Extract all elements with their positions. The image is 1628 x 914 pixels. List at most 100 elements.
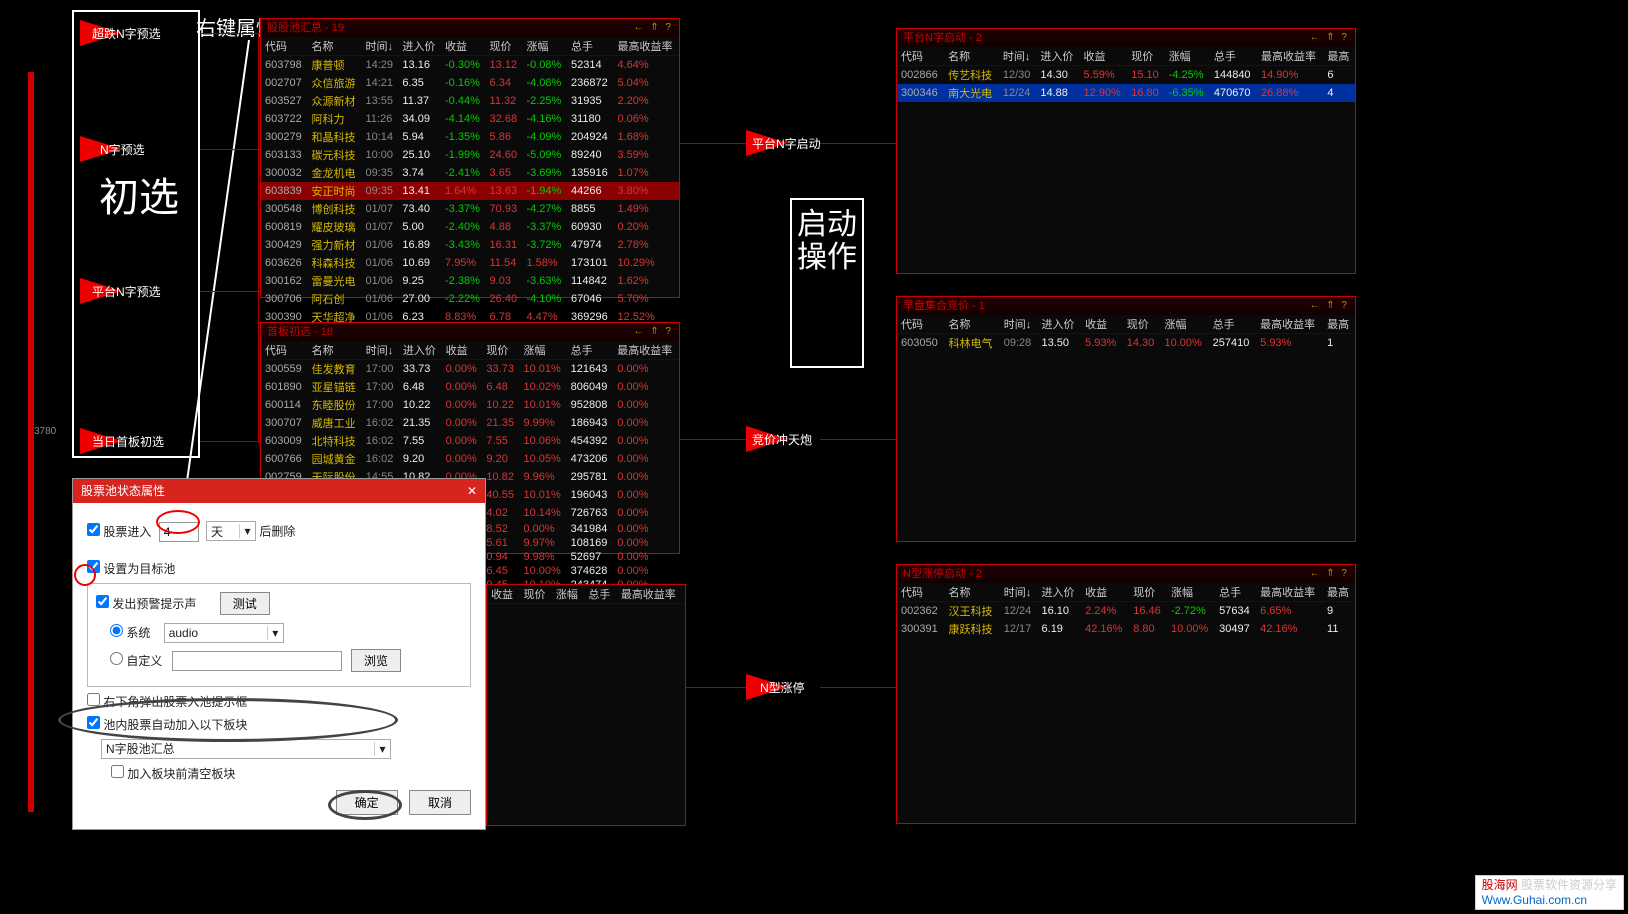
- column-header[interactable]: 进入价: [398, 37, 441, 56]
- column-header[interactable]: 现价: [1123, 315, 1161, 334]
- table-row[interactable]: 600114东睦股份17:0010.220.00%10.2210.01%9528…: [261, 396, 679, 414]
- column-header[interactable]: 进入价: [1036, 47, 1079, 66]
- column-header[interactable]: 名称: [944, 47, 999, 66]
- column-header[interactable]: 代码: [897, 315, 945, 334]
- column-header[interactable]: 收益: [1081, 315, 1123, 334]
- table-row[interactable]: 601890亚星锚链17:006.480.00%6.4810.02%806049…: [261, 378, 679, 396]
- checkbox-clear-before[interactable]: 加入板块前清空板块: [111, 767, 235, 781]
- sector-combo[interactable]: N字股池汇总▾: [101, 739, 391, 759]
- column-header[interactable]: 代码: [897, 47, 944, 66]
- column-header[interactable]: 最高收益率: [613, 37, 679, 56]
- checkbox-alert-sound[interactable]: 发出预警提示声: [96, 597, 196, 611]
- close-icon[interactable]: ✕: [467, 479, 477, 503]
- unit-combo[interactable]: 天▾: [206, 521, 256, 541]
- column-header[interactable]: 时间↓: [1000, 315, 1038, 334]
- column-header[interactable]: 时间↓: [1000, 583, 1038, 602]
- column-header[interactable]: 收益: [1081, 583, 1129, 602]
- column-header[interactable]: 代码: [261, 37, 307, 56]
- table-row[interactable]: 603009北特科技16:027.550.00%7.5510.06%454392…: [261, 432, 679, 450]
- table-row[interactable]: 603722阿科力11:2634.09-4.14%32.68-4.16%3118…: [261, 110, 679, 128]
- column-header[interactable]: 总手: [567, 37, 613, 56]
- column-header[interactable]: 现价: [1129, 583, 1167, 602]
- table-row[interactable]: 600819耀皮玻璃01/075.00-2.40%4.88-3.37%60930…: [261, 218, 679, 236]
- cancel-button[interactable]: 取消: [409, 790, 471, 815]
- column-header[interactable]: 最高收益率: [1256, 583, 1323, 602]
- column-header[interactable]: 进入价: [1038, 315, 1082, 334]
- checkbox-stock-enter[interactable]: 股票进入: [87, 525, 151, 539]
- column-header[interactable]: 最高: [1323, 583, 1355, 602]
- table-row[interactable]: 300559佳发教育17:0033.730.00%33.7310.01%1216…: [261, 360, 679, 379]
- column-header[interactable]: 涨幅: [519, 341, 566, 360]
- table-row[interactable]: 300032金龙机电09:353.74-2.41%3.65-3.69%13591…: [261, 164, 679, 182]
- column-header[interactable]: 涨幅: [1160, 315, 1208, 334]
- column-header[interactable]: 现价: [482, 341, 519, 360]
- checkbox-auto-add[interactable]: 池内股票自动加入以下板块: [87, 718, 247, 732]
- checkbox-set-target[interactable]: 设置为目标池: [87, 562, 175, 576]
- table-row[interactable]: 002362汉王科技12/2416.102.24%16.46-2.72%5763…: [897, 602, 1355, 621]
- column-header[interactable]: 时间↓: [362, 37, 399, 56]
- table-row[interactable]: 600766园城黄金16:029.200.00%9.2010.05%473206…: [261, 450, 679, 468]
- column-header[interactable]: 收益: [1080, 47, 1128, 66]
- column-header[interactable]: 时间↓: [362, 341, 399, 360]
- column-header[interactable]: 现价: [519, 585, 551, 604]
- test-button[interactable]: 测试: [220, 592, 270, 615]
- column-header[interactable]: 名称: [945, 583, 1000, 602]
- column-header[interactable]: 涨幅: [1165, 47, 1210, 66]
- column-header[interactable]: 代码: [897, 583, 945, 602]
- column-header[interactable]: 最高: [1323, 47, 1355, 66]
- column-header[interactable]: 总手: [584, 585, 616, 604]
- pool-title-icons[interactable]: ← ⇑ ?: [1310, 297, 1350, 315]
- column-header[interactable]: 名称: [307, 37, 361, 56]
- radio-custom[interactable]: 自定义: [110, 654, 162, 668]
- column-header[interactable]: 总手: [1215, 583, 1256, 602]
- column-header[interactable]: 代码: [261, 341, 308, 360]
- days-input[interactable]: [159, 522, 199, 542]
- column-header[interactable]: 现价: [486, 37, 523, 56]
- pool-title-icons[interactable]: ← ⇑ ?: [1310, 565, 1350, 583]
- table-row[interactable]: 300162雷曼光电01/069.25-2.38%9.03-3.63%11484…: [261, 272, 679, 290]
- column-header[interactable]: 名称: [945, 315, 1000, 334]
- table-row[interactable]: 603527众源新材13:5511.37-0.44%11.32-2.25%319…: [261, 92, 679, 110]
- column-header[interactable]: 时间↓: [999, 47, 1036, 66]
- table-row[interactable]: 603050科林电气09:2813.505.93%14.3010.00%2574…: [897, 334, 1355, 353]
- table-row[interactable]: 300346南大光电12/2414.8812.90%16.80-6.35%470…: [897, 84, 1355, 102]
- ok-button[interactable]: 确定: [336, 790, 398, 815]
- column-header[interactable]: 收益: [442, 341, 483, 360]
- table-row[interactable]: 603798康普顿14:2913.16-0.30%13.12-0.08%5231…: [261, 56, 679, 75]
- checkbox-popup-tip[interactable]: 右下角弹出股票入池提示框: [87, 695, 247, 709]
- table-row[interactable]: 300706阿石创01/0627.00-2.22%26.40-4.10%6704…: [261, 290, 679, 308]
- custom-audio-input[interactable]: [172, 651, 342, 671]
- column-header[interactable]: 最高收益率: [613, 341, 679, 360]
- column-header[interactable]: 涨幅: [552, 585, 584, 604]
- table-row[interactable]: 300391康跃科技12/176.1942.16%8.8010.00%30497…: [897, 620, 1355, 638]
- column-header[interactable]: 现价: [1127, 47, 1164, 66]
- table-row[interactable]: 300279和晶科技10:145.94-1.35%5.86-4.09%20492…: [261, 128, 679, 146]
- table-row[interactable]: 300548博创科技01/0773.40-3.37%70.93-4.27%885…: [261, 200, 679, 218]
- column-header[interactable]: 涨幅: [522, 37, 567, 56]
- column-header[interactable]: 涨幅: [1167, 583, 1215, 602]
- table-row[interactable]: 300707威唐工业16:0221.350.00%21.359.99%18694…: [261, 414, 679, 432]
- column-header[interactable]: 进入价: [399, 341, 442, 360]
- column-header[interactable]: 总手: [1210, 47, 1257, 66]
- table-row[interactable]: 603133碳元科技10:0025.10-1.99%24.60-5.09%892…: [261, 146, 679, 164]
- pool-title-icons[interactable]: ← ⇑ ?: [634, 323, 674, 341]
- column-header[interactable]: 总手: [1209, 315, 1257, 334]
- audio-combo[interactable]: audio▾: [164, 623, 284, 643]
- column-header[interactable]: 名称: [308, 341, 362, 360]
- column-header[interactable]: 收益: [441, 37, 486, 56]
- column-header[interactable]: 最高收益率: [1256, 315, 1323, 334]
- column-header[interactable]: 最高收益率: [1257, 47, 1323, 66]
- browse-button[interactable]: 浏览: [351, 649, 401, 672]
- table-row[interactable]: 002707众信旅游14:216.35-0.16%6.34-4.08%23687…: [261, 74, 679, 92]
- table-row[interactable]: 300429强力新材01/0616.89-3.43%16.31-3.72%479…: [261, 236, 679, 254]
- column-header[interactable]: 最高收益率: [617, 585, 685, 604]
- column-header[interactable]: 最高: [1323, 315, 1355, 334]
- table-row[interactable]: 603626科森科技01/0610.697.95%11.541.58%17310…: [261, 254, 679, 272]
- table-row[interactable]: 603839安正时尚09:3513.411.64%13.63-1.94%4426…: [261, 182, 679, 200]
- radio-system[interactable]: 系统: [110, 626, 150, 640]
- column-header[interactable]: 进入价: [1038, 583, 1082, 602]
- pool-title-icons[interactable]: ← ⇑ ?: [1310, 29, 1350, 47]
- column-header[interactable]: 总手: [567, 341, 614, 360]
- table-row[interactable]: 002866传艺科技12/3014.305.59%15.10-4.25%1448…: [897, 66, 1355, 85]
- pool-title-icons[interactable]: ← ⇑ ?: [634, 19, 674, 37]
